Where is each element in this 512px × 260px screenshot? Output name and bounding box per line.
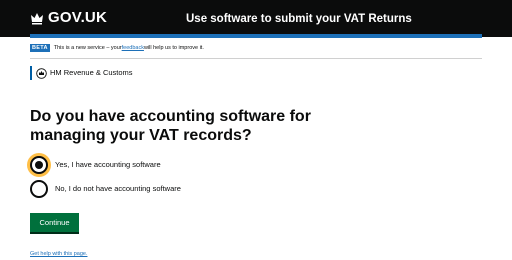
radio-yes-label[interactable]: Yes, I have accounting software	[55, 160, 161, 170]
get-help-link[interactable]: Get help with this page.	[30, 251, 87, 258]
phase-text-before: This is a new service – your	[53, 45, 122, 51]
radio-yes-option[interactable]: Yes, I have accounting software	[30, 156, 161, 174]
logo-text: GOV.UK	[48, 9, 107, 26]
govuk-logo-link[interactable]: GOV.UK	[30, 10, 107, 26]
radio-no-button[interactable]	[30, 180, 48, 198]
radio-no-option[interactable]: No, I do not have accounting software	[30, 180, 181, 198]
site-header: GOV.UK Use software to submit your VAT R…	[0, 0, 512, 37]
phase-banner: BETA This is a new service – your feedba…	[30, 44, 204, 52]
organisation-name: HM Revenue & Customs	[50, 68, 133, 77]
phase-text-after: will help us to improve it.	[143, 45, 204, 51]
radio-yes-button[interactable]	[30, 156, 48, 174]
phase-banner-divider	[30, 58, 482, 59]
crown-icon	[31, 13, 43, 25]
hmrc-crest-icon	[36, 67, 47, 79]
organisation-logo: HM Revenue & Customs	[30, 66, 133, 80]
header-accent-bar	[30, 34, 482, 38]
beta-tag: BETA	[30, 44, 50, 52]
service-name-link[interactable]: Use software to submit your VAT Returns	[186, 13, 412, 26]
page-heading: Do you have accounting software for mana…	[30, 108, 311, 144]
radio-no-label[interactable]: No, I do not have accounting software	[55, 184, 181, 194]
feedback-link[interactable]: feedback	[122, 44, 144, 52]
continue-button[interactable]: Continue	[30, 213, 79, 232]
